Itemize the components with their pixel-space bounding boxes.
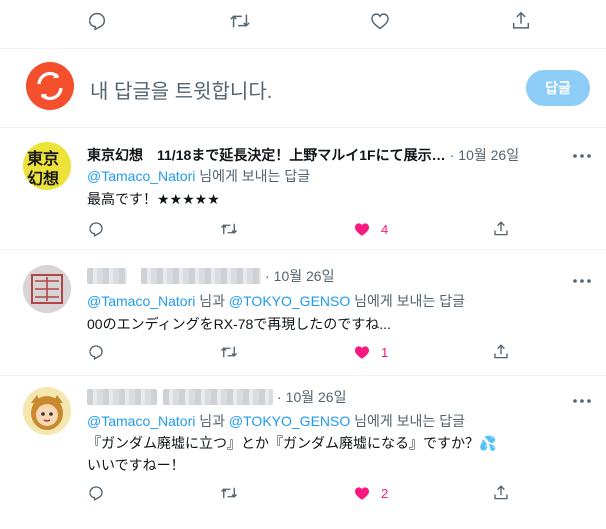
avatar[interactable]: [23, 387, 71, 435]
reply-button[interactable]: 답글: [526, 70, 590, 106]
reply-icon[interactable]: [87, 343, 105, 361]
svg-text:東京: 東京: [27, 149, 59, 168]
author-name-redacted: [87, 389, 157, 405]
timestamp[interactable]: 10월 26일: [274, 266, 335, 286]
tweet-header: · 10월 26일: [87, 387, 346, 407]
avatar[interactable]: [26, 62, 74, 110]
tweet[interactable]: · 10월 26일 @Tamaco_Natori 님과 @TOKYO_GENSO…: [0, 376, 606, 529]
replying-to: @Tamaco_Natori 님에게 보내는 답글: [87, 166, 310, 186]
reply-icon[interactable]: [87, 220, 105, 238]
tweet-text-line: 00のエンディングをRX-78で再現したのですね...: [87, 316, 391, 332]
avatar[interactable]: [23, 265, 71, 313]
more-icon[interactable]: [572, 391, 592, 409]
author-name[interactable]: 東京幻想 11/18まで延長決定！上野マルイ1Fにて展示…: [87, 145, 446, 165]
author-name-redacted: [87, 268, 127, 284]
like-count: 2: [381, 485, 389, 501]
more-icon[interactable]: [572, 271, 592, 289]
replying-to: @Tamaco_Natori 님과 @TOKYO_GENSO 님에게 보내는 답…: [87, 411, 465, 431]
retweet-icon[interactable]: [220, 484, 238, 502]
share-icon[interactable]: [510, 10, 532, 32]
timestamp[interactable]: 10월 26일: [458, 145, 519, 165]
tweet-text-line: 『ガンダム廃墟に立つ』とか『ガンダム廃墟になる』ですか？💦: [87, 435, 497, 451]
tweet-text: 00のエンディングをRX-78で再現したのですね...: [87, 313, 391, 335]
replying-to-suffix: 님에게 보내는 답글: [199, 168, 311, 184]
heart-filled-icon: [354, 487, 370, 500]
more-icon[interactable]: [572, 146, 592, 164]
like-button[interactable]: 2: [353, 484, 388, 502]
like-count: 1: [381, 344, 389, 360]
mention-link[interactable]: @Tamaco_Natori: [87, 413, 195, 429]
reply-composer: 내 답글을 트윗합니다. 답글: [0, 50, 606, 128]
replying-to-suffix: 님에게 보내는 답글: [354, 413, 465, 429]
tweet-text: 最高です！★★★★★: [87, 188, 220, 210]
heart-filled-icon: [354, 223, 370, 236]
author-handle-redacted: [163, 389, 273, 405]
tweet-header: 東京幻想 11/18まで延長決定！上野マルイ1Fにて展示… · 10월 26일: [87, 145, 519, 165]
retweet-icon[interactable]: [220, 220, 238, 238]
separator: ·: [265, 268, 270, 284]
mention-link[interactable]: @Tamaco_Natori: [87, 168, 195, 184]
author-handle-redacted: [141, 268, 261, 284]
mention-link[interactable]: @Tamaco_Natori: [87, 293, 195, 309]
tweet-actions: 1: [0, 343, 606, 363]
replying-to-suffix: 님에게 보내는 답글: [354, 293, 465, 309]
like-icon[interactable]: [369, 10, 391, 32]
like-count: 4: [381, 221, 389, 237]
tweet[interactable]: · 10월 26일 @Tamaco_Natori 님과 @TOKYO_GENSO…: [0, 250, 606, 376]
reply-icon[interactable]: [86, 10, 108, 32]
heart-filled-icon: [354, 346, 370, 359]
separator: ·: [277, 389, 282, 405]
separator: ·: [449, 147, 455, 163]
tweet-text: 『ガンダム廃墟に立つ』とか『ガンダム廃墟になる』ですか？💦 いいですねー！: [87, 432, 496, 476]
like-button[interactable]: 1: [353, 343, 388, 361]
replying-to-join: 님과: [199, 293, 226, 309]
svg-text:幻想: 幻想: [27, 169, 59, 188]
share-icon[interactable]: [492, 220, 510, 238]
timestamp[interactable]: 10월 26일: [286, 387, 347, 407]
replying-to-join: 님과: [199, 413, 226, 429]
tweet-actions: 4: [0, 220, 606, 240]
tweet-text-line: 最高です！★★★★★: [87, 191, 220, 207]
tweet-actions: 2: [0, 484, 606, 504]
reply-input[interactable]: 내 답글을 트윗합니다.: [90, 75, 272, 104]
replying-to: @Tamaco_Natori 님과 @TOKYO_GENSO 님에게 보내는 답…: [87, 291, 465, 311]
tweet-header: · 10월 26일: [87, 266, 334, 286]
avatar[interactable]: 東京 幻想: [23, 142, 71, 190]
tweet-text-line: いいですねー！: [87, 457, 185, 473]
top-action-bar: [0, 2, 606, 42]
share-icon[interactable]: [492, 343, 510, 361]
retweet-icon[interactable]: [220, 343, 238, 361]
reply-icon[interactable]: [87, 484, 105, 502]
tweet[interactable]: 東京 幻想 東京幻想 11/18まで延長決定！上野マルイ1Fにて展示… · 10월…: [0, 128, 606, 250]
mention-link[interactable]: @TOKYO_GENSO: [229, 293, 350, 309]
mention-link[interactable]: @TOKYO_GENSO: [229, 413, 350, 429]
retweet-icon[interactable]: [228, 10, 252, 32]
like-button[interactable]: 4: [353, 220, 388, 238]
share-icon[interactable]: [492, 484, 510, 502]
divider: [0, 48, 606, 49]
